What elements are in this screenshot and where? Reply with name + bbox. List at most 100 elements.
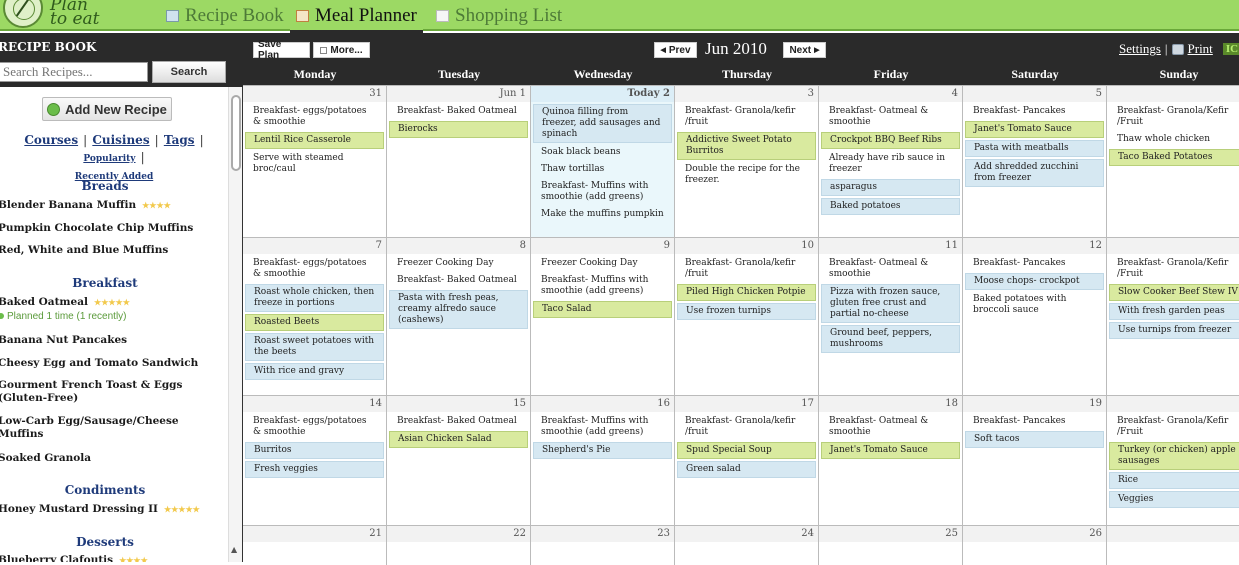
planned-note[interactable]: Moose chops- crockpot	[965, 273, 1104, 290]
planned-recipe[interactable]: Roasted Beets	[245, 314, 384, 331]
plan-note[interactable]: Breakfast- Pancakes	[965, 414, 1104, 429]
calendar-day[interactable]: 17 Breakfast- Granola/kefir /fruit Spud Sp…	[675, 396, 819, 525]
planned-recipe[interactable]: Bierocks	[389, 121, 528, 138]
calendar-day[interactable]: 25	[819, 526, 963, 565]
calendar-day-today[interactable]: Today 2 Quinoa filling from freezer, add …	[531, 86, 675, 237]
calendar-day[interactable]: 4 Breakfast- Oatmeal & smoothie Crockpot B…	[819, 86, 963, 237]
calendar-day[interactable]: 5 Breakfast- Pancakes Janet's Tomato Sauce…	[963, 86, 1107, 237]
calendar-day[interactable]: 23	[531, 526, 675, 565]
search-recipes-input[interactable]	[0, 62, 148, 82]
planned-recipe[interactable]: Spud Special Soup	[677, 442, 816, 459]
plan-note[interactable]: Breakfast- eggs/potatoes & smoothie	[245, 256, 384, 282]
plan-note[interactable]: Thaw whole chicken	[1109, 132, 1239, 147]
print-link[interactable]: Print	[1188, 41, 1213, 57]
scrollbar-thumb[interactable]	[231, 95, 241, 171]
planned-note[interactable]: Veggies	[1109, 491, 1239, 508]
plan-note[interactable]: Baked potatoes with broccoli sauce	[965, 292, 1104, 318]
planned-recipe[interactable]: Piled High Chicken Potpie	[677, 284, 816, 301]
calendar-day[interactable]: 3 Breakfast- Granola/kefir /fruit Addictiv…	[675, 86, 819, 237]
plan-note[interactable]: Breakfast- Granola/Kefir /Fruit	[1109, 256, 1239, 282]
printer-icon[interactable]	[1171, 43, 1184, 55]
recipe-item[interactable]: Gourment French Toast & Eggs (Gluten-Fre…	[0, 379, 223, 405]
plan-to-eat-logo[interactable]: Plan to eat	[0, 0, 140, 30]
recipe-item[interactable]: Cheesy Egg and Tomato Sandwich	[0, 357, 223, 370]
planned-note[interactable]: Use frozen turnips	[677, 303, 816, 320]
recipe-item[interactable]: Red, White and Blue Muffins	[0, 244, 223, 257]
planned-note[interactable]: Roast sweet potatoes with the beets	[245, 333, 384, 361]
calendar-day[interactable]: 31 Breakfast- eggs/potatoes & smoothie Len…	[243, 86, 387, 237]
planned-recipe[interactable]: Turkey (or chicken) apple sausages	[1109, 442, 1239, 470]
next-month-button[interactable]: Next ▶	[783, 42, 826, 58]
recipe-item[interactable]: Pumpkin Chocolate Chip Muffins	[0, 222, 223, 235]
planned-recipe[interactable]: Lentil Rice Casserole	[245, 132, 384, 149]
prev-month-button[interactable]: ◀ Prev	[654, 42, 697, 58]
planned-recipe[interactable]: Janet's Tomato Sauce	[821, 442, 960, 459]
plan-note[interactable]: Thaw tortillas	[533, 162, 672, 177]
calendar-day[interactable]	[1107, 526, 1239, 565]
planned-recipe[interactable]: Janet's Tomato Sauce	[965, 121, 1104, 138]
ical-badge[interactable]: IC	[1222, 43, 1239, 55]
filter-popularity-link[interactable]: Popularity	[83, 154, 135, 164]
plan-note[interactable]: Breakfast- Oatmeal & smoothie	[821, 104, 960, 130]
recipe-item[interactable]: Blueberry Clafoutis ★★★★	[0, 554, 223, 562]
calendar-day[interactable]: 7 Breakfast- eggs/potatoes & smoothie Roas…	[243, 238, 387, 395]
plan-note[interactable]: Breakfast- Oatmeal & smoothie	[821, 256, 960, 282]
planned-note[interactable]: Fresh veggies	[245, 461, 384, 478]
planned-note[interactable]: Use turnips from freezer	[1109, 322, 1239, 339]
plan-note[interactable]: Breakfast- Baked Oatmeal	[389, 414, 528, 429]
filter-cuisines-link[interactable]: Cuisines	[92, 133, 149, 147]
planned-note[interactable]: Burritos	[245, 442, 384, 459]
recipe-item[interactable]: Honey Mustard Dressing II ★★★★★	[0, 503, 223, 516]
planned-note[interactable]: Pasta with fresh peas, creamy alfredo sa…	[389, 290, 528, 329]
calendar-day[interactable]: 8 Freezer Cooking Day Breakfast- Baked Oat…	[387, 238, 531, 395]
plan-note[interactable]: Already have rib sauce in freezer	[821, 151, 960, 177]
planned-note[interactable]: Add shredded zucchini from freezer	[965, 159, 1104, 187]
calendar-day[interactable]: Jun 1 Breakfast- Baked Oatmeal Bierocks	[387, 86, 531, 237]
calendar-day[interactable]: 16 Breakfast- Muffins with smoothie (add …	[531, 396, 675, 525]
planned-recipe[interactable]: Asian Chicken Salad	[389, 431, 528, 448]
plan-note[interactable]: Breakfast- eggs/potatoes & smoothie	[245, 104, 384, 130]
calendar-day[interactable]: Breakfast- Granola/Kefir /Fruit Turkey (o…	[1107, 396, 1239, 525]
calendar-day[interactable]: 10 Breakfast- Granola/kefir /fruit Piled H…	[675, 238, 819, 395]
planned-note[interactable]: With rice and gravy	[245, 363, 384, 380]
calendar-day[interactable]: 24	[675, 526, 819, 565]
calendar-day[interactable]: 18 Breakfast- Oatmeal & smoothie Janet's T…	[819, 396, 963, 525]
plan-note[interactable]: Breakfast- Oatmeal & smoothie	[821, 414, 960, 440]
plan-note[interactable]: Breakfast- Muffins with smoothie (add gr…	[533, 273, 672, 299]
planned-note[interactable]: Ground beef, peppers, mushrooms	[821, 325, 960, 353]
plan-note[interactable]: Soak black beans	[533, 145, 672, 160]
plan-note[interactable]: Make the muffins pumpkin	[533, 207, 672, 222]
calendar-day[interactable]: 11 Breakfast- Oatmeal & smoothie Pizza wit…	[819, 238, 963, 395]
plan-note[interactable]: Breakfast- Muffins with smoothie (add gr…	[533, 414, 672, 440]
planned-note[interactable]: asparagus	[821, 179, 960, 196]
plan-note[interactable]: Breakfast- Granola/kefir /fruit	[677, 104, 816, 130]
plan-note[interactable]: Breakfast- eggs/potatoes & smoothie	[245, 414, 384, 440]
plan-note[interactable]: Breakfast- Pancakes	[965, 104, 1104, 119]
plan-note[interactable]: Breakfast- Granola/kefir /fruit	[677, 256, 816, 282]
planned-note[interactable]: Baked potatoes	[821, 198, 960, 215]
search-button[interactable]: Search	[152, 61, 226, 83]
planned-note[interactable]: Shepherd's Pie	[533, 442, 672, 459]
recipe-item[interactable]: Baked Oatmeal ★★★★★	[0, 296, 223, 309]
calendar-day[interactable]: 19 Breakfast- Pancakes Soft tacos	[963, 396, 1107, 525]
recipe-item[interactable]: Blender Banana Muffin ★★★★	[0, 199, 223, 212]
sidebar-scrollbar[interactable]: ▲	[228, 87, 243, 562]
plan-note[interactable]: Breakfast- Granola/Kefir /Fruit	[1109, 104, 1239, 130]
plan-note[interactable]: Freezer Cooking Day	[389, 256, 528, 271]
planned-note[interactable]: Quinoa filling from freezer, add sausage…	[533, 104, 672, 143]
plan-note[interactable]: Breakfast- Granola/Kefir /Fruit	[1109, 414, 1239, 440]
plan-note[interactable]: Breakfast- Pancakes	[965, 256, 1104, 271]
plan-note[interactable]: Serve with steamed broc/caul	[245, 151, 384, 177]
calendar-day[interactable]: 22	[387, 526, 531, 565]
tab-recipe-book[interactable]: Recipe Book	[160, 0, 290, 31]
planned-recipe[interactable]: Crockpot BBQ Beef Ribs	[821, 132, 960, 149]
planned-note[interactable]: Pizza with frozen sauce, gluten free cru…	[821, 284, 960, 323]
recipe-item[interactable]: Soaked Granola	[0, 452, 223, 465]
calendar-day[interactable]: 26	[963, 526, 1107, 565]
scroll-up-arrow-icon[interactable]: ▲	[231, 545, 237, 554]
calendar-day[interactable]: 15 Breakfast- Baked Oatmeal Asian Chicken …	[387, 396, 531, 525]
plan-note[interactable]: Breakfast- Muffins with smoothie (add gr…	[533, 179, 672, 205]
calendar-day[interactable]: Breakfast- Granola/Kefir /Fruit Slow Cook…	[1107, 238, 1239, 395]
planned-recipe[interactable]: Slow Cooker Beef Stew IV	[1109, 284, 1239, 301]
plan-note[interactable]: Breakfast- Baked Oatmeal	[389, 273, 528, 288]
